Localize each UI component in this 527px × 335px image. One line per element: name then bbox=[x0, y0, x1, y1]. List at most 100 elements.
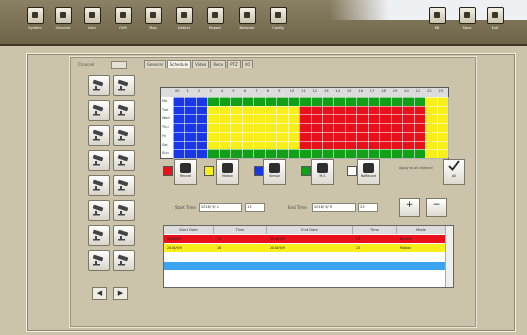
legend-swatch-record[interactable] bbox=[163, 166, 173, 176]
day-label: Fri bbox=[162, 133, 167, 138]
table-cell: Motion bbox=[400, 246, 412, 250]
grid-line bbox=[173, 140, 448, 142]
toolbar-network-button[interactable]: Network bbox=[237, 6, 257, 37]
hour-label: 20 bbox=[404, 89, 409, 93]
table-row[interactable] bbox=[164, 271, 445, 279]
toolbar-kb-button[interactable]: KB bbox=[427, 6, 447, 37]
cctv-camera-icon bbox=[117, 129, 129, 141]
tab-io[interactable]: I/O bbox=[241, 60, 254, 68]
hour-label: 9 bbox=[278, 89, 281, 93]
channel-select[interactable] bbox=[111, 61, 127, 69]
start-hour-select[interactable]: 13 bbox=[245, 203, 265, 212]
schedule-grid[interactable]: 00 1 2 3 4 5 6 7 8 9 10 11 12 13 14 15 16 17 18 19 20 21 22 23 … bbox=[160, 87, 449, 159]
legend-motion-button[interactable]: Motion bbox=[216, 159, 239, 185]
apply-all-button[interactable]: All bbox=[443, 159, 465, 185]
legend-label: Record bbox=[179, 174, 191, 178]
remove-schedule-button[interactable]: − bbox=[426, 198, 447, 217]
table-row[interactable]: 2016/9/1 13 2016/9/9 23 Record bbox=[164, 235, 445, 243]
cctv-camera-icon bbox=[92, 204, 104, 216]
toolbar-ovr-button[interactable]: OVR bbox=[113, 6, 133, 37]
tab-rece[interactable]: Rece bbox=[210, 60, 227, 68]
next-page-button[interactable]: ▶ bbox=[113, 287, 128, 300]
camera-13-button[interactable] bbox=[88, 225, 110, 246]
hour-label: 23 bbox=[438, 89, 444, 93]
legend-sensor-button[interactable]: Sensor bbox=[263, 159, 286, 185]
camera-8-button[interactable] bbox=[113, 150, 135, 171]
add-schedule-button[interactable]: + bbox=[399, 198, 420, 217]
camera-9-button[interactable] bbox=[88, 175, 110, 196]
table-row[interactable]: 2016/9/9 16 2016/9/9 23 Motion bbox=[164, 244, 445, 252]
toolbar-map-button[interactable]: Map bbox=[143, 6, 163, 37]
report-icon bbox=[206, 7, 224, 24]
cctv-camera-icon bbox=[117, 254, 129, 266]
start-date-field[interactable]: 2016/ 9/ 1 bbox=[199, 203, 242, 212]
table-cell: 2016/9/9 bbox=[270, 237, 285, 241]
cctv-camera-icon bbox=[92, 104, 104, 116]
map-icon bbox=[144, 7, 162, 24]
toolbar-report-button[interactable]: Report bbox=[205, 6, 225, 37]
grid-line bbox=[173, 114, 448, 116]
camera-14-button[interactable] bbox=[113, 225, 135, 246]
toolbar-system-button[interactable]: System bbox=[25, 6, 45, 37]
toolbar-exit-button[interactable]: Exit bbox=[485, 6, 505, 37]
cctv-camera-icon bbox=[92, 154, 104, 166]
toolbar-channel-label: Channel bbox=[55, 26, 71, 30]
toolbar-channel-button[interactable]: Channel bbox=[53, 6, 73, 37]
camera-15-button[interactable] bbox=[88, 250, 110, 271]
camera-10-button[interactable] bbox=[113, 175, 135, 196]
top-toolbar: System Channel User OVR Map Detect Report Netwo… bbox=[0, 0, 527, 46]
hour-label: 21 bbox=[415, 89, 421, 93]
legend-norecord-button[interactable]: NoRecord bbox=[357, 159, 380, 185]
day-label: Wed bbox=[162, 116, 170, 121]
legend-swatch-norecord[interactable] bbox=[347, 166, 357, 176]
grid-line bbox=[173, 97, 448, 98]
tab-ptz[interactable]: PTZ bbox=[227, 60, 241, 68]
camera-3-button[interactable] bbox=[88, 100, 110, 121]
end-hour-select[interactable]: 23 bbox=[358, 203, 378, 212]
legend-record-button[interactable]: Record bbox=[174, 159, 197, 185]
camera-5-button[interactable] bbox=[88, 125, 110, 146]
legend-swatch-motion[interactable] bbox=[204, 166, 214, 176]
monitor-icon bbox=[26, 7, 44, 24]
table-row[interactable] bbox=[164, 262, 445, 270]
cctv-camera-icon bbox=[92, 179, 104, 191]
camera-6-button[interactable] bbox=[113, 125, 135, 146]
camera-7-button[interactable] bbox=[88, 150, 110, 171]
camera-1-button[interactable] bbox=[88, 75, 110, 96]
power-icon bbox=[486, 7, 504, 24]
grid-line bbox=[173, 131, 448, 133]
legend-label: NoRecord bbox=[360, 174, 377, 178]
tab-schedule[interactable]: Schedule bbox=[166, 60, 192, 68]
toolbar-config-button[interactable]: Config bbox=[268, 6, 288, 37]
table-scrollbar[interactable] bbox=[445, 226, 453, 287]
toolbar-map-label: Map bbox=[149, 26, 157, 30]
hour-label: 19 bbox=[392, 89, 398, 93]
all-label: All bbox=[451, 174, 457, 178]
tab-general[interactable]: General bbox=[144, 60, 166, 68]
motion-sensor-icon bbox=[317, 163, 328, 173]
save-icon bbox=[458, 7, 476, 24]
col-mode: Mode bbox=[397, 226, 446, 234]
hour-label: 00 bbox=[175, 89, 180, 93]
toolbar-detect-label: Detect bbox=[178, 26, 190, 30]
toolbar-user-button[interactable]: User bbox=[82, 6, 102, 37]
tab-video[interactable]: Video bbox=[192, 60, 210, 68]
toolbar-config-label: Config bbox=[272, 26, 284, 30]
record-icon bbox=[180, 163, 191, 173]
prev-page-button[interactable]: ◀ bbox=[92, 287, 107, 300]
camera-16-button[interactable] bbox=[113, 250, 135, 271]
camera-11-button[interactable] bbox=[88, 200, 110, 221]
table-cell: Record bbox=[400, 237, 412, 241]
table-row[interactable] bbox=[164, 253, 445, 261]
table-cell: 16 bbox=[217, 246, 222, 250]
toolbar-user-label: User bbox=[87, 26, 97, 30]
camera-12-button[interactable] bbox=[113, 200, 135, 221]
camera-2-button[interactable] bbox=[113, 75, 135, 96]
legend-swatch-m-s[interactable] bbox=[301, 166, 311, 176]
camera-4-button[interactable] bbox=[113, 100, 135, 121]
toolbar-save-button[interactable]: Save bbox=[457, 6, 477, 37]
end-date-field[interactable]: 2016/ 9/ 9 bbox=[312, 203, 356, 212]
toolbar-detect-button[interactable]: Detect bbox=[174, 6, 194, 37]
cctv-camera-icon bbox=[92, 254, 104, 266]
legend-m-s-button[interactable]: M-S bbox=[311, 159, 334, 185]
